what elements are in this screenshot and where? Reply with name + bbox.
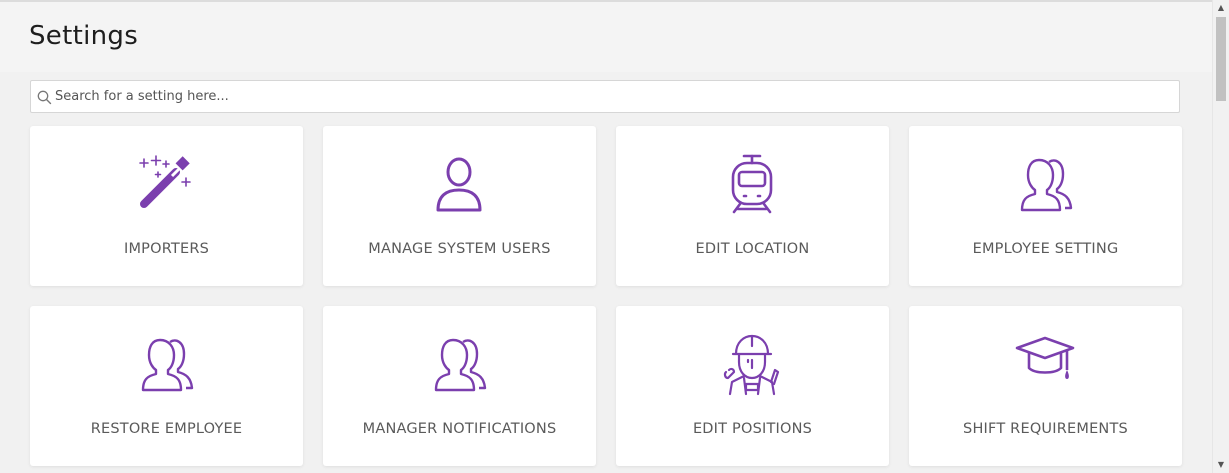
users-icon [136, 332, 196, 398]
user-icon [429, 152, 489, 218]
restore-employee-tile[interactable]: RESTORE EMPLOYEE [30, 306, 303, 466]
tile-label: MANAGER NOTIFICATIONS [362, 421, 557, 437]
tile-label: MANAGE SYSTEM USERS [368, 241, 551, 257]
vertical-scrollbar[interactable]: ▲ ▼ [1212, 0, 1229, 473]
tile-label: RESTORE EMPLOYEE [90, 421, 243, 437]
importers-tile[interactable]: IMPORTERS [30, 126, 303, 286]
search-input[interactable] [55, 81, 1175, 112]
employee-setting-tile[interactable]: EMPLOYEE SETTING [909, 126, 1182, 286]
header: Settings [0, 2, 1212, 72]
users-icon [429, 332, 489, 398]
manager-notifications-tile[interactable]: MANAGER NOTIFICATIONS [323, 306, 596, 466]
search-icon [37, 90, 52, 105]
manage-system-users-tile[interactable]: MANAGE SYSTEM USERS [323, 126, 596, 286]
search-box[interactable] [30, 80, 1180, 113]
shift-requirements-tile[interactable]: SHIFT REQUIREMENTS [909, 306, 1182, 466]
scroll-up-arrow-icon[interactable]: ▲ [1213, 0, 1229, 16]
tile-label: EDIT LOCATION [695, 241, 810, 257]
scroll-down-arrow-icon[interactable]: ▼ [1213, 457, 1229, 473]
settings-page: Settings Search for a setting here... IM… [0, 0, 1229, 473]
users-icon [1015, 152, 1075, 218]
graduation-cap-icon [1015, 332, 1075, 398]
tile-label: SHIFT REQUIREMENTS [963, 421, 1128, 437]
scroll-thumb[interactable] [1216, 17, 1226, 101]
edit-location-tile[interactable]: EDIT LOCATION [616, 126, 889, 286]
tile-label: EMPLOYEE SETTING [972, 241, 1119, 257]
settings-content: IMPORTERS MANAGE SYSTEM USERS [0, 72, 1212, 473]
page-title: Settings [29, 21, 139, 51]
magic-wand-icon [136, 152, 196, 218]
train-icon [722, 152, 782, 218]
worker-icon [722, 332, 782, 398]
edit-positions-tile[interactable]: EDIT POSITIONS [616, 306, 889, 466]
tile-label: EDIT POSITIONS [692, 421, 813, 437]
tile-label: IMPORTERS [123, 241, 210, 257]
